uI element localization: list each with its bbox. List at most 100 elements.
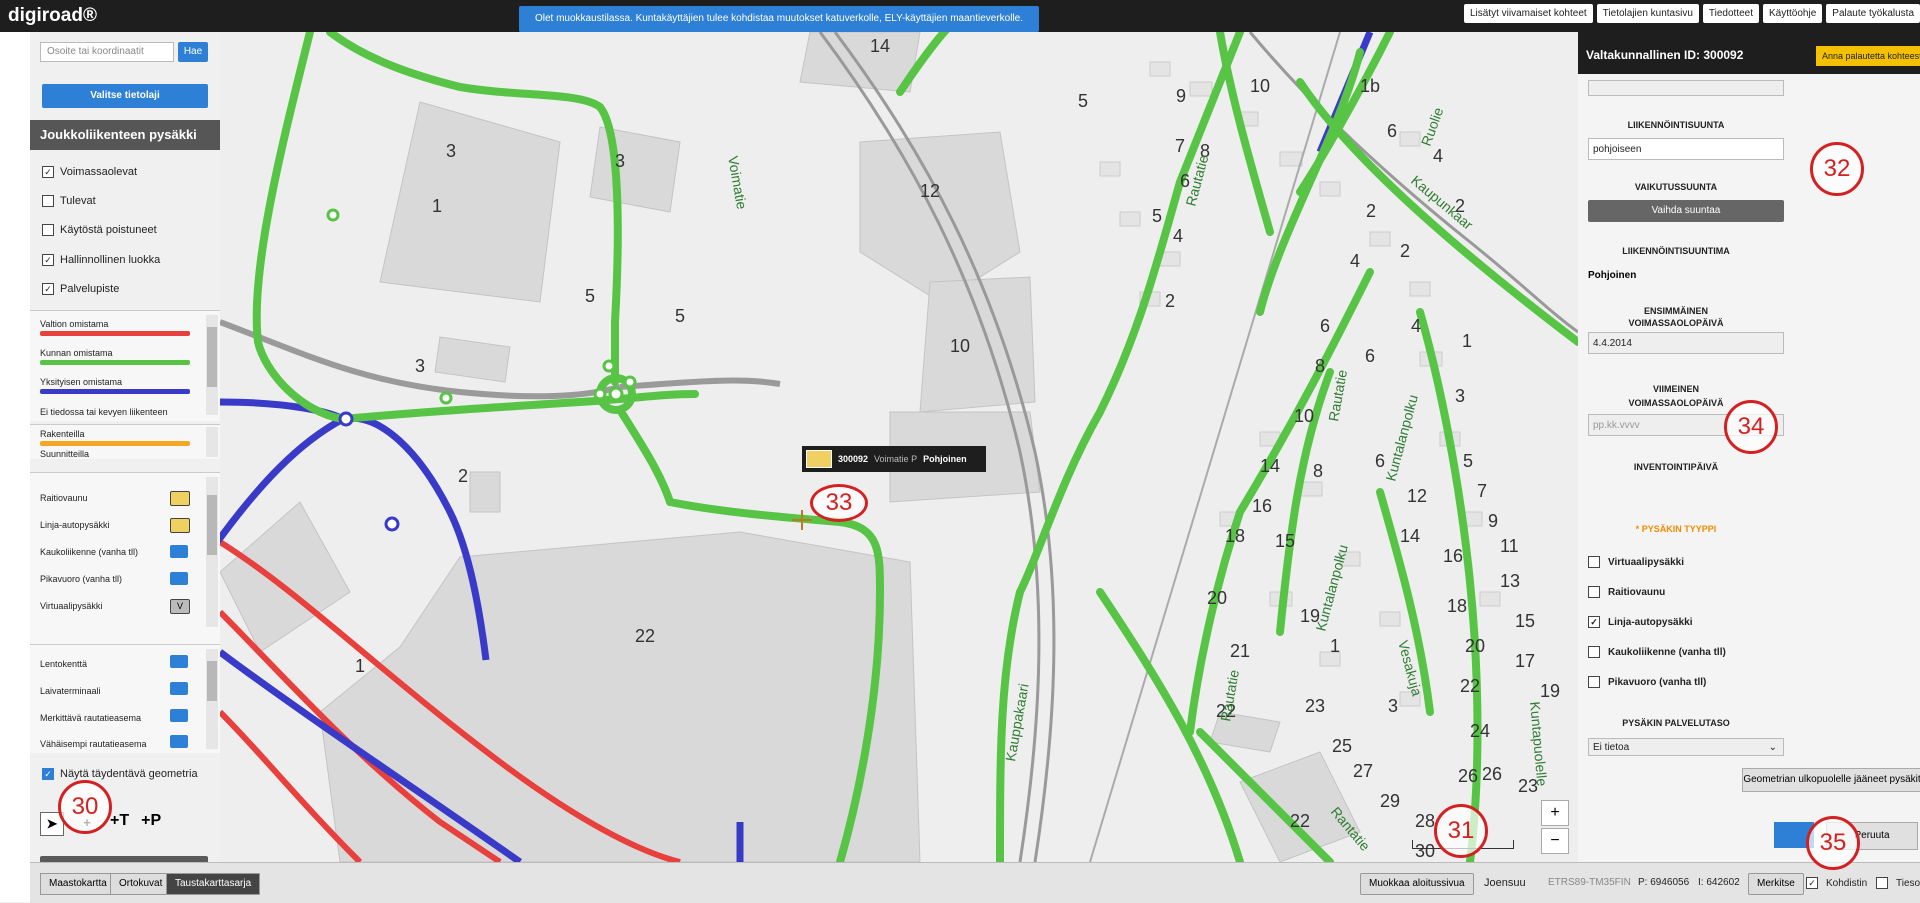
- checkbox-icon[interactable]: ✓: [42, 283, 54, 295]
- filter-valid[interactable]: ✓ Voimassaolevat: [42, 166, 137, 178]
- tab-orthophotos[interactable]: Ortokuvat: [110, 873, 172, 895]
- legend-ferry-terminal: Laivaterminaali: [40, 686, 101, 696]
- geometry-outside-button[interactable]: Geometrian ulkopuolelle jääneet pysäkit: [1742, 768, 1920, 792]
- zoom-in-button[interactable]: +: [1541, 800, 1569, 826]
- stop-type-tram[interactable]: Raitiovaunu: [1588, 586, 1665, 598]
- first-valid-label-1: ENSIMMÄINEN: [1643, 306, 1708, 316]
- filter-admin-class[interactable]: ✓ Hallinnollinen luokka: [42, 254, 160, 266]
- add-service-point-tool[interactable]: +P: [141, 812, 161, 836]
- tab-background-map[interactable]: Taustakarttasarja: [166, 873, 261, 895]
- filter-expired[interactable]: Käytöstä poistuneet: [42, 224, 157, 236]
- checkbox-icon[interactable]: [1588, 586, 1600, 598]
- choose-layer-button[interactable]: Valitse tietolaji: [42, 84, 208, 108]
- traffic-direction-label: LIIKENNÖINTISUUNTA: [1627, 120, 1725, 130]
- checkbox-icon[interactable]: ✓: [42, 166, 54, 178]
- svg-text:Kuntalanpolku: Kuntalanpolku: [1382, 393, 1420, 483]
- first-valid-input[interactable]: 4.4.2014: [1588, 332, 1784, 354]
- checkbox-icon[interactable]: ✓: [1806, 877, 1818, 889]
- link-user-guide[interactable]: Käyttöohje: [1763, 4, 1823, 23]
- stop-type-express[interactable]: Pikavuoro (vanha tll): [1588, 676, 1706, 688]
- svg-text:1: 1: [355, 656, 365, 676]
- construction-scrollbar[interactable]: [206, 427, 218, 457]
- stop-type-long-distance[interactable]: Kaukoliikenne (vanha tll): [1588, 646, 1726, 658]
- legend-express: Pikavuoro (vanha tll): [40, 574, 123, 584]
- checkbox-icon[interactable]: [1588, 556, 1600, 568]
- change-direction-button[interactable]: Vaihda suuntaa: [1588, 200, 1784, 222]
- tram-icon: [170, 491, 190, 506]
- popup-stop-name: Voimatie P: [874, 454, 918, 464]
- svg-text:11: 11: [1500, 536, 1519, 556]
- checkbox-icon[interactable]: [1588, 676, 1600, 688]
- svg-text:5: 5: [1463, 451, 1473, 471]
- svg-text:26: 26: [1458, 766, 1478, 786]
- map-view[interactable]: 14 3 3 155 12 10 3 2 22 1 5 9 10 786 542 1b 6 4 22…: [220, 32, 1578, 862]
- link-news[interactable]: Tiedotteet: [1702, 4, 1760, 23]
- svg-text:Kaupunkaar: Kaupunkaar: [1408, 172, 1476, 233]
- legend-label-state: Valtion omistama: [40, 319, 109, 329]
- panel-title: Valtakunnallinen ID: 300092: [1586, 48, 1744, 62]
- checkbox-icon[interactable]: [42, 224, 54, 236]
- checkbox-icon[interactable]: ✓: [42, 254, 54, 266]
- link-municipality-page[interactable]: Tietolajien kuntasivu: [1596, 4, 1699, 23]
- svg-text:4: 4: [1411, 316, 1421, 336]
- svg-text:26: 26: [1482, 764, 1502, 784]
- svg-text:3: 3: [415, 356, 425, 376]
- first-valid-label-2: VOIMASSAOLOPÄIVÄ: [1628, 318, 1724, 328]
- construction-legend: Rakenteilla Suunnitteilla: [30, 424, 220, 459]
- svg-text:12: 12: [1407, 486, 1427, 506]
- svg-text:7: 7: [1477, 481, 1487, 501]
- filter-future[interactable]: Tulevat: [42, 195, 96, 207]
- svg-text:8: 8: [1313, 461, 1323, 481]
- feedback-button[interactable]: Anna palautetta kohteesta: [1816, 46, 1920, 66]
- add-terminal-tool[interactable]: +T: [110, 812, 129, 836]
- zoom-out-button[interactable]: −: [1541, 828, 1569, 854]
- search-button[interactable]: Hae: [178, 42, 208, 62]
- legend-major-railway: Merkittävä rautatieasema: [40, 713, 142, 723]
- svg-text:14: 14: [1400, 526, 1420, 546]
- link-linear-objects[interactable]: Lisätyt viivamaiset kohteet: [1463, 4, 1593, 23]
- legend-scrollbar[interactable]: [206, 315, 218, 415]
- service-point-scrollbar[interactable]: [206, 649, 218, 749]
- stop-popup[interactable]: 300092 Voimatie P Pohjoinen: [802, 446, 986, 472]
- search-input[interactable]: Osoite tai koordinaatit: [40, 42, 174, 62]
- stop-type-scrollbar[interactable]: [206, 477, 218, 627]
- svg-text:14: 14: [870, 36, 890, 56]
- link-feedback[interactable]: Palaute työkalusta: [1826, 4, 1920, 23]
- filter-service-point[interactable]: ✓ Palvelupiste: [42, 283, 119, 295]
- checkbox-icon[interactable]: [42, 195, 54, 207]
- tab-terrain-map[interactable]: Maastokartta: [40, 873, 116, 895]
- legend-label-construction: Rakenteilla: [40, 429, 85, 439]
- checkbox-icon[interactable]: [1588, 646, 1600, 658]
- supplementary-geometry-toggle[interactable]: ✓ Näytä täydentävä geometria: [42, 768, 198, 780]
- svg-text:3: 3: [615, 151, 625, 171]
- svg-text:20: 20: [1207, 588, 1227, 608]
- mark-button[interactable]: Merkitse: [1748, 873, 1804, 895]
- edit-mode-notice: Olet muokkaustilassa. Kuntakäyttäjien tu…: [519, 6, 1039, 32]
- digiroad-logo[interactable]: digiroad®: [8, 5, 97, 27]
- checkbox-icon[interactable]: [1876, 877, 1888, 889]
- checkbox-icon[interactable]: ✓: [1588, 616, 1600, 628]
- direction-name-label: LIIKENNÖINTISUUNTIMA: [1622, 246, 1730, 256]
- checkbox-icon[interactable]: ✓: [42, 768, 54, 780]
- legend-long-distance: Kaukoliikenne (vanha tll): [40, 547, 139, 557]
- road-info-toggle[interactable]: Tiesoo: [1876, 877, 1920, 889]
- edit-start-page-button[interactable]: Muokkaa aloitussivua: [1360, 873, 1474, 895]
- marker-33: 33: [810, 484, 868, 522]
- svg-text:29: 29: [1380, 791, 1400, 811]
- legend-line-state: [40, 331, 190, 336]
- service-point-legend: Lentokenttä Laivaterminaali Merkittävä r…: [30, 644, 220, 753]
- stop-type-bus[interactable]: ✓ Linja-autopysäkki: [1588, 616, 1692, 628]
- ferry-terminal-icon: [170, 682, 188, 695]
- panel-header: Valtakunnallinen ID: 300092 Anna palaute…: [1578, 32, 1920, 74]
- svg-text:Ruolie: Ruolie: [1418, 105, 1447, 148]
- legend-label-municipal: Kunnan omistama: [40, 348, 113, 358]
- svg-text:15: 15: [1275, 531, 1295, 551]
- previous-field[interactable]: [1588, 80, 1784, 96]
- service-level-select[interactable]: Ei tietoa ⌄: [1588, 738, 1784, 756]
- crosshair-toggle[interactable]: ✓ Kohdistin: [1806, 877, 1867, 889]
- stop-type-virtual[interactable]: Virtuaalipysäkki: [1588, 556, 1684, 568]
- traffic-direction-input[interactable]: pohjoiseen: [1588, 138, 1784, 160]
- coordinate-p: P: 6946056: [1638, 877, 1690, 888]
- svg-text:6: 6: [1375, 451, 1385, 471]
- svg-text:23: 23: [1305, 696, 1325, 716]
